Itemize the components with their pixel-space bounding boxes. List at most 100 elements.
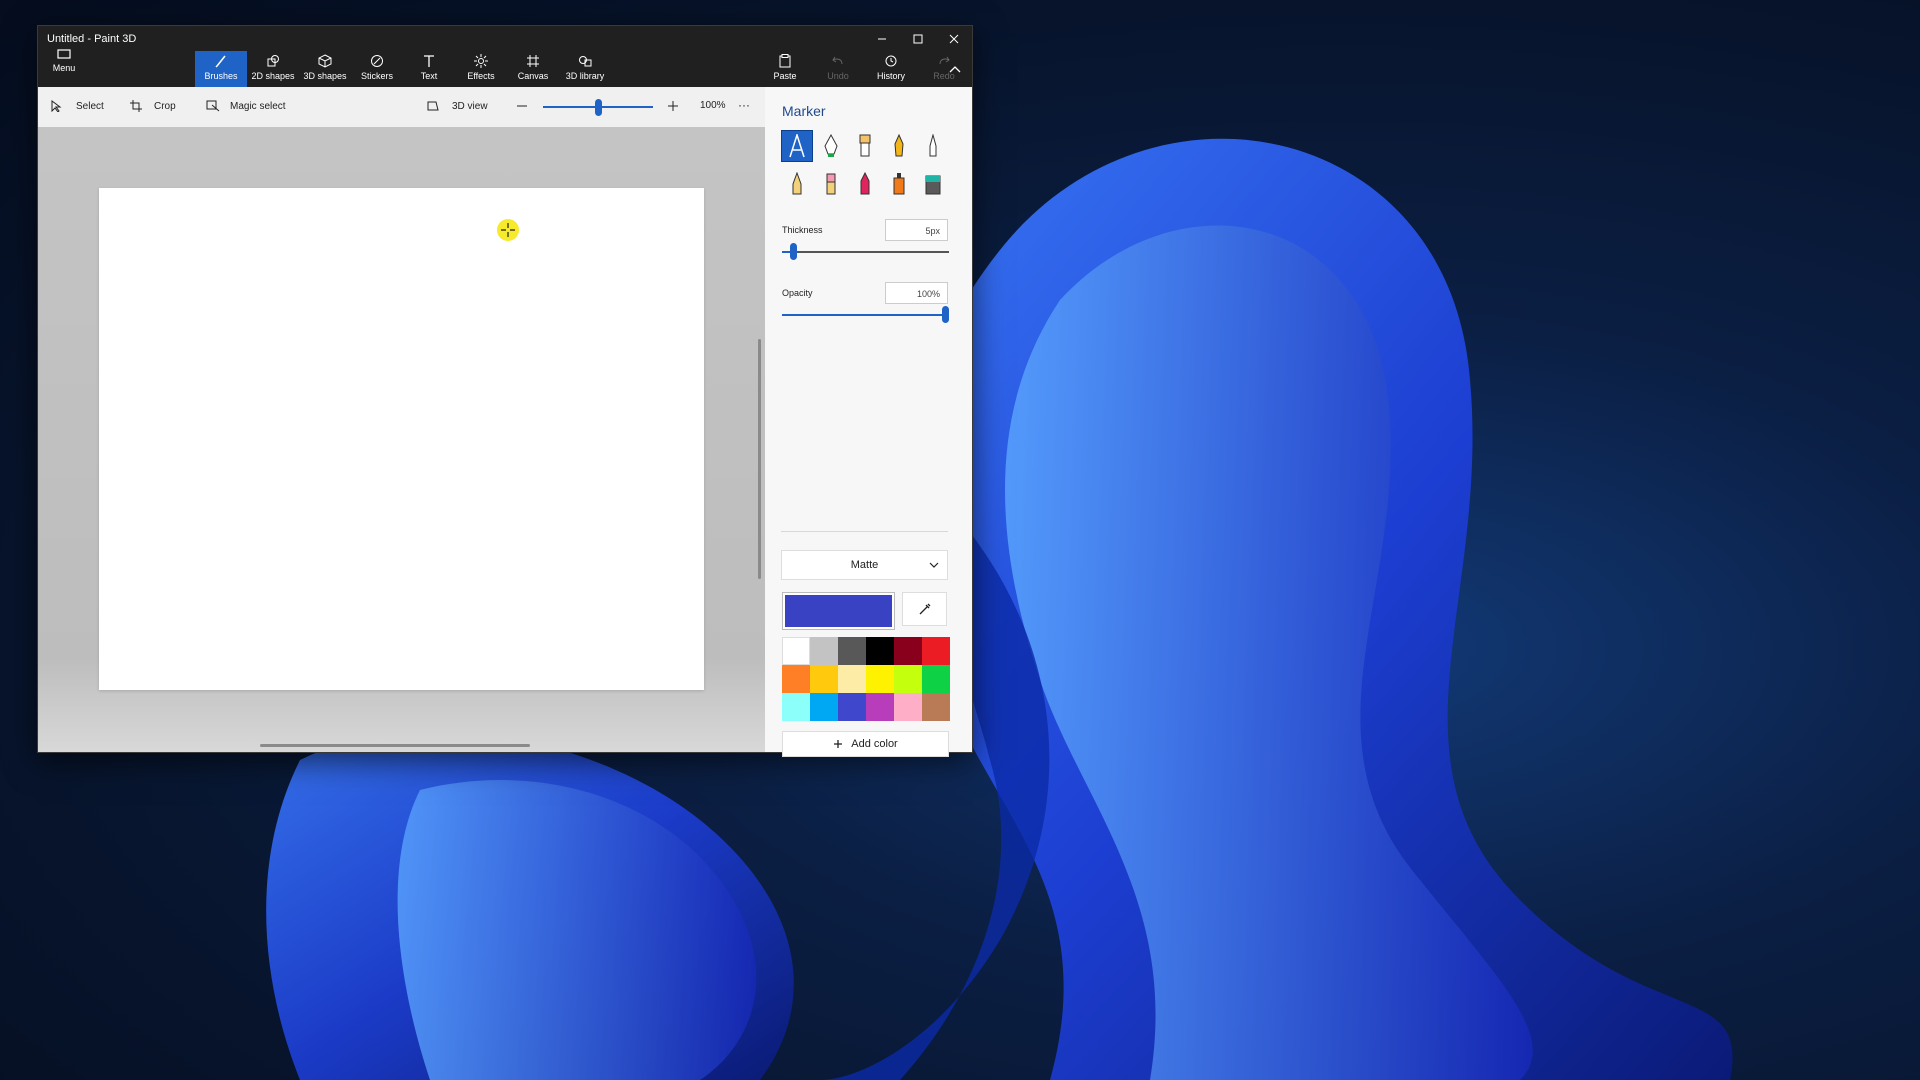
undo-button[interactable]: Undo [812, 51, 864, 87]
pencil-tool[interactable] [782, 169, 812, 199]
tab-2d-shapes[interactable]: 2D shapes [247, 51, 299, 87]
chevron-up-icon [949, 66, 961, 73]
minimize-button[interactable] [864, 26, 900, 52]
crayon-icon [860, 172, 870, 195]
thickness-input[interactable]: 5px [885, 219, 948, 241]
close-button[interactable] [936, 26, 972, 52]
3d-shapes-icon [318, 54, 332, 68]
zoom-slider-thumb[interactable] [595, 99, 602, 116]
more-options-button[interactable]: ··· [738, 98, 750, 112]
collapse-ribbon-button[interactable] [940, 54, 970, 90]
tab-stickers[interactable]: Stickers [351, 51, 403, 87]
eraser-tool[interactable] [816, 169, 846, 199]
palette-swatch[interactable] [894, 665, 922, 693]
palette-swatch[interactable] [782, 665, 810, 693]
palette-swatch[interactable] [810, 665, 838, 693]
plus-icon [668, 101, 678, 111]
palette-swatch[interactable] [866, 665, 894, 693]
watercolor-icon [894, 134, 904, 157]
eyedropper-icon [919, 603, 930, 615]
history-button[interactable]: History [865, 51, 917, 87]
paste-button[interactable]: Paste [759, 51, 811, 87]
palette-swatch[interactable] [922, 637, 950, 665]
palette-swatch[interactable] [810, 693, 838, 721]
zoom-out-button[interactable] [516, 100, 528, 112]
tab-text[interactable]: Text [403, 51, 455, 87]
opacity-slider-thumb[interactable] [942, 306, 949, 323]
pixel-pen-icon [929, 134, 937, 157]
palette-swatch[interactable] [894, 693, 922, 721]
thickness-label: Thickness [782, 225, 823, 235]
crosshair-icon [501, 223, 515, 237]
zoom-in-button[interactable] [667, 100, 679, 112]
palette-swatch[interactable] [838, 637, 866, 665]
2d-shapes-icon [267, 55, 279, 67]
undo-icon [832, 56, 843, 65]
tab-canvas[interactable]: Canvas [507, 51, 559, 87]
marker-tool[interactable] [781, 130, 813, 162]
select-button[interactable]: Select [50, 100, 104, 112]
title-bar[interactable]: Untitled - Paint 3D [38, 26, 972, 52]
palette-swatch[interactable] [894, 637, 922, 665]
palette-swatch[interactable] [782, 693, 810, 721]
pencil-icon [792, 172, 802, 195]
fill-bucket-tool[interactable] [918, 169, 948, 199]
tab-label: 2D shapes [251, 71, 295, 81]
opacity-slider[interactable] [782, 305, 949, 325]
crayon-tool[interactable] [850, 169, 880, 199]
pixel-pen-tool[interactable] [918, 131, 948, 161]
tab-brushes[interactable]: Brushes [195, 51, 247, 87]
thickness-slider-thumb[interactable] [790, 243, 798, 260]
eyedropper-button[interactable] [902, 592, 947, 626]
drawing-canvas[interactable] [99, 188, 704, 690]
palette-swatch[interactable] [922, 665, 950, 693]
selected-color-swatch[interactable] [783, 593, 894, 629]
crop-label: Crop [154, 100, 176, 112]
palette-swatch[interactable] [838, 665, 866, 693]
palette-swatch[interactable] [810, 637, 838, 665]
watercolor-tool[interactable] [884, 131, 914, 161]
brush-panel: Marker Thickness 5px Opacity 100% Matte … [765, 87, 972, 757]
marker-icon [789, 134, 805, 158]
opacity-input[interactable]: 100% [885, 282, 948, 304]
tab-label: Brushes [204, 71, 238, 81]
brush-icon [215, 55, 226, 68]
tab-3d-library[interactable]: 3D library [559, 51, 611, 87]
palette-swatch[interactable] [782, 637, 810, 665]
tab-3d-shapes[interactable]: 3D shapes [299, 51, 351, 87]
chevron-down-icon [929, 562, 939, 568]
palette-swatch[interactable] [922, 693, 950, 721]
effects-icon [474, 54, 488, 68]
paste-label: Paste [773, 71, 797, 81]
menu-button[interactable]: Menu [38, 45, 90, 81]
thickness-track [782, 251, 949, 253]
3d-view-button[interactable]: 3D view [426, 100, 488, 112]
tab-label: 3D shapes [303, 71, 347, 81]
history-icon [885, 55, 897, 67]
thickness-slider[interactable] [782, 242, 949, 262]
add-color-label: Add color [851, 738, 898, 750]
zoom-slider[interactable] [543, 99, 653, 116]
tab-label: Stickers [360, 71, 393, 81]
finish-dropdown[interactable]: Matte [781, 550, 948, 580]
magic-select-button[interactable]: Magic select [206, 100, 286, 112]
tab-effects[interactable]: Effects [455, 51, 507, 87]
palette-swatch[interactable] [866, 637, 894, 665]
spray-can-tool[interactable] [884, 169, 914, 199]
add-color-button[interactable]: Add color [782, 731, 949, 757]
tab-label: Canvas [517, 71, 549, 81]
tab-label: Effects [467, 71, 495, 81]
fill-bucket-icon [925, 175, 941, 195]
oil-brush-tool[interactable] [850, 131, 880, 161]
vertical-scrollbar[interactable] [758, 339, 761, 579]
3d-view-icon [427, 101, 439, 111]
palette-swatch[interactable] [866, 693, 894, 721]
palette-swatch[interactable] [838, 693, 866, 721]
calligraphy-pen-tool[interactable] [816, 131, 846, 161]
crop-button[interactable]: Crop [130, 100, 176, 112]
tab-label: Text [420, 71, 438, 81]
horizontal-scrollbar[interactable] [260, 744, 530, 747]
plus-icon [834, 740, 843, 748]
paste-icon [779, 54, 791, 68]
maximize-button[interactable] [900, 26, 936, 52]
